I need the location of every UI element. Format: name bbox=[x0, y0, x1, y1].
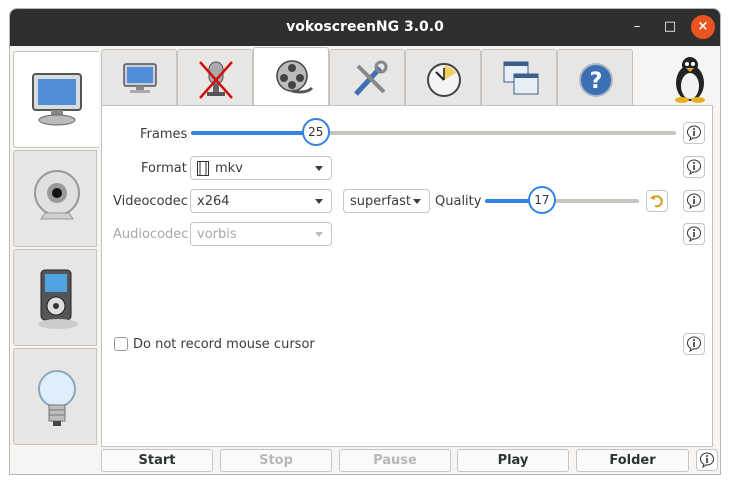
maximize-button[interactable]: □ bbox=[658, 15, 682, 39]
frames-info-button[interactable] bbox=[683, 122, 705, 144]
videocodec-value: x264 bbox=[197, 194, 230, 209]
info-icon bbox=[687, 159, 701, 175]
info-icon bbox=[687, 336, 701, 352]
side-tab-camera[interactable] bbox=[13, 150, 97, 247]
mouse-cursor-checkbox[interactable] bbox=[114, 337, 128, 351]
audiocodec-value: vorbis bbox=[197, 227, 237, 242]
side-tab-screencast[interactable] bbox=[13, 51, 99, 148]
info-icon bbox=[687, 125, 701, 141]
frames-label: Frames bbox=[140, 127, 188, 142]
preset-value: superfast bbox=[350, 194, 412, 209]
mouse-cursor-info-button[interactable] bbox=[683, 333, 705, 355]
preset-select[interactable]: superfast bbox=[343, 189, 430, 213]
folder-button[interactable]: Folder bbox=[576, 449, 689, 472]
chevron-down-icon bbox=[315, 199, 323, 204]
videocodec-label: Videocodec bbox=[113, 194, 188, 209]
minimize-icon: – bbox=[633, 19, 641, 34]
tab-settings[interactable] bbox=[329, 49, 405, 105]
buttons-info-button[interactable] bbox=[696, 449, 718, 471]
side-tab-player[interactable] bbox=[13, 249, 97, 346]
chevron-down-icon bbox=[315, 166, 323, 171]
title-bar: vokoscreenNG 3.0.0 – □ × bbox=[10, 9, 720, 46]
pause-button: Pause bbox=[339, 449, 451, 472]
close-icon: × bbox=[697, 19, 709, 34]
info-icon bbox=[687, 193, 701, 209]
minimize-button[interactable]: – bbox=[625, 15, 649, 39]
windows-icon bbox=[503, 61, 539, 95]
info-icon bbox=[687, 226, 701, 242]
mouse-cursor-label[interactable]: Do not record mouse cursor bbox=[133, 337, 315, 352]
side-tab-about[interactable] bbox=[13, 348, 97, 445]
tux-icon bbox=[675, 57, 705, 103]
quality-label: Quality bbox=[435, 194, 482, 209]
stop-button: Stop bbox=[220, 449, 332, 472]
format-select[interactable]: mkv bbox=[190, 156, 332, 180]
chevron-down-icon bbox=[413, 199, 421, 204]
tab-timer[interactable] bbox=[405, 49, 481, 105]
format-value: mkv bbox=[215, 161, 243, 176]
info-icon bbox=[700, 452, 714, 468]
film-strip-icon bbox=[197, 161, 209, 176]
media-player-icon bbox=[38, 269, 78, 329]
audiocodec-info-button[interactable] bbox=[683, 223, 705, 245]
quality-slider-handle[interactable]: 17 bbox=[527, 186, 556, 214]
start-button[interactable]: Start bbox=[101, 449, 213, 472]
monitor-icon bbox=[32, 73, 82, 126]
app-window: vokoscreenNG 3.0.0 – □ × ? Frames 25 For… bbox=[9, 8, 721, 475]
reset-icon bbox=[650, 195, 663, 208]
videocodec-select[interactable]: x264 bbox=[190, 189, 332, 213]
format-info-button[interactable] bbox=[683, 156, 705, 178]
frames-slider-handle[interactable]: 25 bbox=[301, 118, 330, 146]
videocodec-info-button[interactable] bbox=[683, 190, 705, 212]
microphone-muted-icon bbox=[199, 61, 233, 99]
film-reel-icon bbox=[276, 60, 314, 94]
maximize-icon: □ bbox=[663, 19, 677, 34]
quality-reset-button[interactable] bbox=[646, 190, 668, 212]
webcam-icon bbox=[34, 170, 80, 220]
tab-video[interactable] bbox=[253, 47, 329, 105]
format-label: Format bbox=[141, 161, 187, 176]
svg-text:?: ? bbox=[590, 69, 603, 94]
quality-slider[interactable]: 17 bbox=[485, 186, 639, 214]
tools-icon bbox=[354, 60, 388, 96]
window-title: vokoscreenNG 3.0.0 bbox=[286, 19, 444, 35]
audiocodec-label: Audiocodec bbox=[113, 227, 189, 242]
timer-icon bbox=[427, 63, 461, 97]
audiocodec-select: vorbis bbox=[190, 222, 332, 246]
tab-help[interactable]: ? bbox=[557, 49, 633, 105]
tab-windows[interactable] bbox=[481, 49, 557, 105]
screen-icon bbox=[123, 63, 157, 93]
help-icon: ? bbox=[579, 63, 613, 97]
lightbulb-icon bbox=[38, 370, 76, 426]
chevron-down-icon bbox=[315, 232, 323, 237]
close-button[interactable]: × bbox=[691, 15, 715, 39]
play-button[interactable]: Play bbox=[457, 449, 569, 472]
tab-screen[interactable] bbox=[101, 49, 177, 105]
frames-slider[interactable]: 25 bbox=[191, 118, 676, 146]
tab-audio[interactable] bbox=[177, 49, 253, 105]
